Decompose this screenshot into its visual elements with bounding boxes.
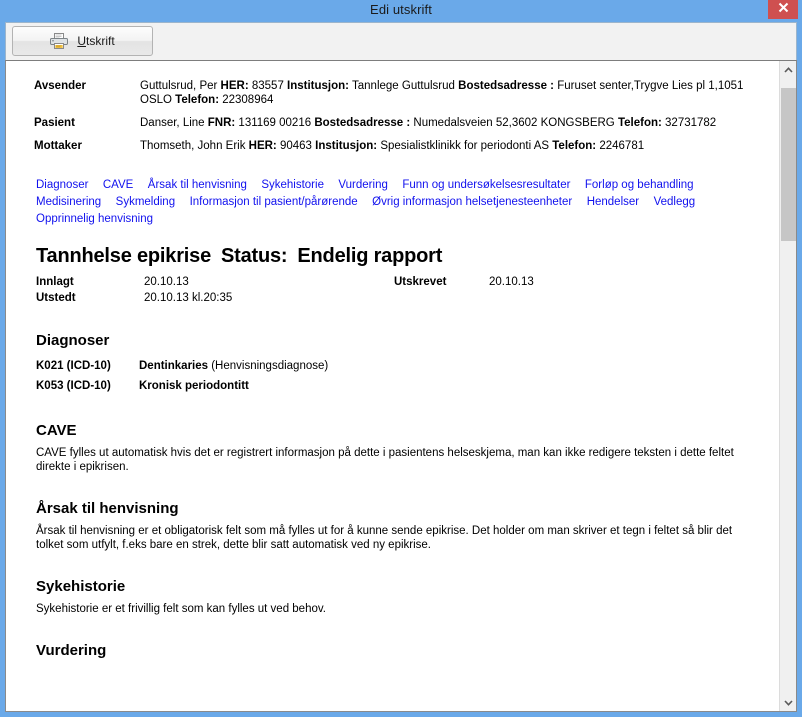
nav-link[interactable]: Informasjon til pasient/pårørende bbox=[190, 196, 358, 208]
nav-link[interactable]: Medisinering bbox=[36, 196, 101, 208]
nav-link[interactable]: Forløp og behandling bbox=[585, 179, 694, 191]
party-field-value: 2246781 bbox=[596, 140, 645, 152]
page-title-status-value: Endelig rapport bbox=[297, 245, 443, 267]
cave-body: CAVE fylles ut automatisk hvis det er re… bbox=[36, 447, 734, 473]
chevron-up-icon bbox=[784, 66, 793, 73]
party-field-value: 22308964 bbox=[219, 94, 274, 106]
heading-cave: CAVE bbox=[36, 422, 77, 439]
document-page: Avsender Guttulsrud, Per HER: 83557 Insti… bbox=[6, 61, 779, 711]
diagnoser-list: K021 (ICD-10) Dentinkaries (Henvisningsdi… bbox=[34, 356, 755, 396]
nav-link[interactable]: Sykmelding bbox=[116, 196, 175, 208]
diagnosis-note: (Henvisningsdiagnose) bbox=[208, 360, 329, 372]
diagnosis-code: K053 (ICD-10) bbox=[36, 380, 111, 392]
edi-utskrift-window: Edi utskrift Utskrift Avsender Guttulsru… bbox=[0, 0, 802, 717]
innlagt-value: 20.10.13 bbox=[144, 276, 189, 288]
close-button[interactable] bbox=[768, 0, 798, 19]
diagnosis-code: K021 (ICD-10) bbox=[36, 360, 111, 372]
window-title: Edi utskrift bbox=[370, 2, 432, 17]
vertical-scrollbar[interactable] bbox=[779, 61, 796, 711]
printer-icon bbox=[50, 33, 69, 49]
print-button-label: Utskrift bbox=[77, 34, 115, 48]
nav-link[interactable]: Vurdering bbox=[338, 179, 387, 191]
party-field-label: Bostedsadresse : bbox=[458, 80, 555, 92]
nav-link[interactable]: CAVE bbox=[103, 179, 133, 191]
nav-link[interactable]: Øvrig informasjon helsetjenesteenheter bbox=[372, 196, 572, 208]
party-field-label: FNR: bbox=[207, 117, 236, 129]
heading-diagnoser: Diagnoser bbox=[36, 332, 110, 349]
party-field-label: Telefon: bbox=[552, 140, 597, 152]
party-field-value: 32731782 bbox=[661, 117, 717, 129]
party-field-value: Spesialistklinikk for periodonti AS bbox=[377, 140, 553, 152]
party-details-table: Avsender Guttulsrud, Per HER: 83557 Insti… bbox=[34, 79, 755, 162]
party-value: Guttulsrud, Per HER: 83557 Institusjon: … bbox=[140, 79, 755, 116]
scrollbar-thumb[interactable] bbox=[781, 88, 796, 241]
nav-link[interactable]: Opprinnelig henvisning bbox=[36, 213, 153, 225]
nav-link[interactable]: Diagnoser bbox=[36, 179, 88, 191]
chevron-down-icon bbox=[784, 699, 793, 706]
page-title-status-label: Status: bbox=[221, 245, 288, 267]
heading-arsak-til-henvisning: Årsak til henvisning bbox=[36, 500, 179, 517]
utstedt-value: 20.10.13 kl.20:35 bbox=[144, 292, 233, 304]
nav-link[interactable]: Årsak til henvisning bbox=[148, 179, 247, 191]
party-field-value: Numedalsveien 52,3602 KONGSBERG bbox=[410, 117, 618, 129]
dates-block: Innlagt 20.10.13 Utskrevet 20.10.13 Utst… bbox=[36, 274, 755, 306]
page-title-main: Tannhelse epikrise bbox=[36, 245, 211, 267]
party-row: Pasient Danser, Line FNR: 131169 00216 Bo… bbox=[34, 116, 755, 139]
diagnosis-name: Kronisk periodontitt bbox=[139, 376, 249, 396]
utskrevet-value: 20.10.13 bbox=[489, 276, 534, 288]
party-field-label: Telefon: bbox=[617, 117, 662, 129]
print-button[interactable]: Utskrift bbox=[12, 26, 153, 56]
party-label: Mottaker bbox=[34, 140, 82, 152]
scroll-down-button[interactable] bbox=[780, 694, 796, 711]
utstedt-label: Utstedt bbox=[36, 292, 76, 304]
nav-link[interactable]: Vedlegg bbox=[654, 196, 696, 208]
utskrevet-label: Utskrevet bbox=[394, 276, 447, 288]
party-details-body: Avsender Guttulsrud, Per HER: 83557 Insti… bbox=[34, 79, 755, 162]
heading-vurdering: Vurdering bbox=[36, 642, 107, 659]
party-field-label: Institusjon: bbox=[287, 80, 350, 92]
party-field-value: 83557 bbox=[248, 80, 288, 92]
nav-link[interactable]: Sykehistorie bbox=[261, 179, 324, 191]
page-title: Tannhelse epikrise Status: Endelig rapport bbox=[36, 245, 755, 268]
party-field-label: Bostedsadresse : bbox=[314, 117, 411, 129]
close-icon bbox=[778, 2, 788, 13]
dates-row-issued: Utstedt 20.10.13 kl.20:35 bbox=[36, 290, 755, 306]
scroll-up-button[interactable] bbox=[780, 61, 796, 78]
dates-row-admission: Innlagt 20.10.13 Utskrevet 20.10.13 bbox=[36, 274, 755, 290]
arsak-body: Årsak til henvisning er et obligatorisk … bbox=[36, 525, 733, 551]
party-field-value: Tannlege Guttulsrud bbox=[349, 80, 459, 92]
party-field-label: Telefon: bbox=[175, 94, 220, 106]
party-field-label: HER: bbox=[220, 80, 249, 92]
diagnosis-row: K053 (ICD-10) Kronisk periodontitt bbox=[36, 376, 755, 396]
diagnosis-name-text: Dentinkaries bbox=[139, 360, 209, 372]
innlagt-label: Innlagt bbox=[36, 276, 74, 288]
party-field-value: 90463 bbox=[276, 140, 316, 152]
party-field-label: Institusjon: bbox=[315, 140, 378, 152]
toolbar: Utskrift bbox=[5, 22, 797, 60]
document-frame: Avsender Guttulsrud, Per HER: 83557 Insti… bbox=[5, 60, 797, 712]
party-row: Avsender Guttulsrud, Per HER: 83557 Insti… bbox=[34, 79, 755, 116]
party-field-value: Danser, Line bbox=[140, 117, 208, 129]
party-field-value: 131169 00216 bbox=[235, 117, 315, 129]
window-titlebar: Edi utskrift bbox=[0, 0, 802, 22]
party-value: Thomseth, John Erik HER: 90463 Institusj… bbox=[140, 139, 755, 162]
diagnosis-name: Dentinkaries (Henvisningsdiagnose) bbox=[139, 356, 328, 376]
heading-sykehistorie: Sykehistorie bbox=[36, 578, 126, 595]
nav-link[interactable]: Funn og undersøkelsesresultater bbox=[402, 179, 570, 191]
party-field-label: HER: bbox=[248, 140, 277, 152]
party-field-value: Guttulsrud, Per bbox=[140, 80, 221, 92]
section-nav-links: Diagnoser CAVE Årsak til henvisning Syke… bbox=[36, 176, 755, 227]
diagnosis-name-text: Kronisk periodontitt bbox=[139, 380, 249, 392]
nav-link[interactable]: Hendelser bbox=[587, 196, 639, 208]
party-value: Danser, Line FNR: 131169 00216 Bostedsad… bbox=[140, 116, 755, 139]
party-field-value: Thomseth, John Erik bbox=[140, 140, 249, 152]
diagnosis-row: K021 (ICD-10) Dentinkaries (Henvisningsdi… bbox=[36, 356, 755, 376]
sykehistorie-body: Sykehistorie er et frivillig felt som ka… bbox=[36, 603, 326, 615]
party-label: Pasient bbox=[34, 117, 75, 129]
party-label: Avsender bbox=[34, 80, 86, 92]
party-row: Mottaker Thomseth, John Erik HER: 90463 I… bbox=[34, 139, 755, 162]
